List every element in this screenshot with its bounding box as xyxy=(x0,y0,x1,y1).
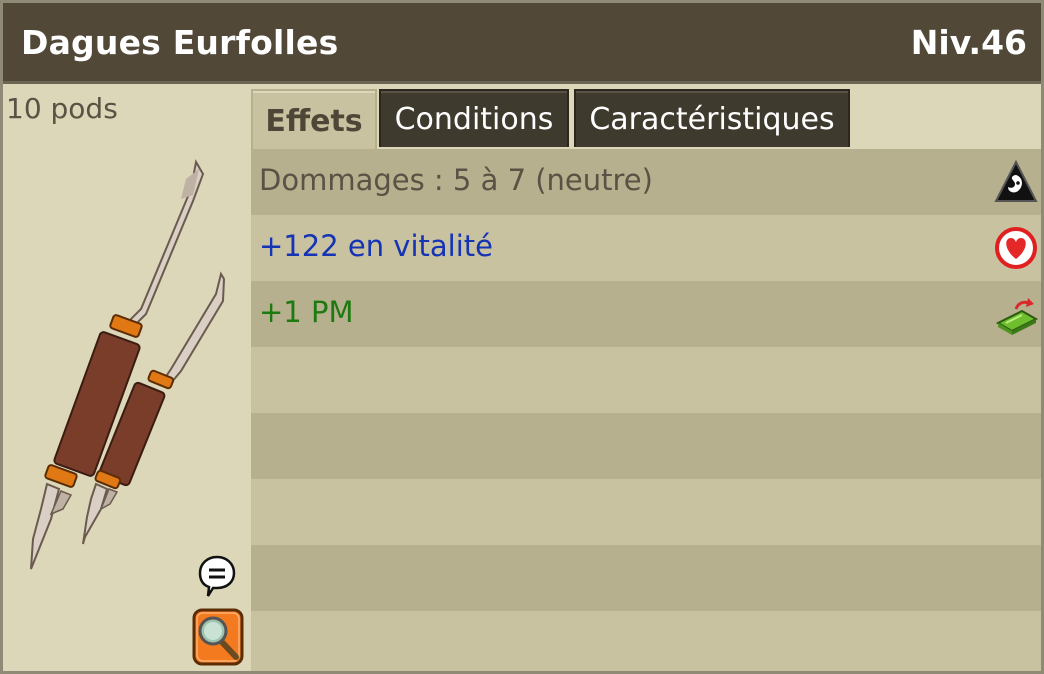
tab-bar: Effets Conditions Caractéristiques xyxy=(251,89,1041,151)
effect-row-damage: Dommages : 5 à 7 (neutre) xyxy=(251,149,1041,215)
tab-caracteristiques[interactable]: Caractéristiques xyxy=(574,89,850,147)
effects-list: Dommages : 5 à 7 (neutre) +122 en vitali… xyxy=(251,149,1041,671)
item-preview-panel: 10 pods xyxy=(3,84,248,671)
effect-row-empty xyxy=(251,545,1041,611)
effect-text: +1 PM xyxy=(259,295,354,329)
effect-row-empty xyxy=(251,479,1041,545)
neutral-element-icon xyxy=(994,159,1038,202)
magnifier-button[interactable] xyxy=(192,608,244,666)
vitality-heart-icon xyxy=(995,227,1037,269)
item-tooltip-window: Dagues Eurfolles Niv.46 10 pods Effets C… xyxy=(0,0,1044,674)
movement-points-icon xyxy=(995,298,1038,335)
item-weight: 10 pods xyxy=(6,92,118,125)
effect-text: +122 en vitalité xyxy=(259,229,493,263)
item-header: Dagues Eurfolles Niv.46 xyxy=(3,3,1041,84)
effect-row-empty xyxy=(251,347,1041,413)
item-level: Niv.46 xyxy=(910,23,1027,62)
tab-conditions[interactable]: Conditions xyxy=(379,89,569,147)
effect-row-pm: +1 PM xyxy=(251,281,1041,347)
effect-row-vitality: +122 en vitalité xyxy=(251,215,1041,281)
item-name: Dagues Eurfolles xyxy=(21,23,339,62)
tab-effets[interactable]: Effets xyxy=(251,89,377,151)
chat-bubble-icon[interactable] xyxy=(197,554,237,598)
effect-row-empty xyxy=(251,611,1041,671)
effect-row-empty xyxy=(251,413,1041,479)
effect-text: Dommages : 5 à 7 (neutre) xyxy=(259,163,653,197)
daggers-image xyxy=(30,159,226,570)
